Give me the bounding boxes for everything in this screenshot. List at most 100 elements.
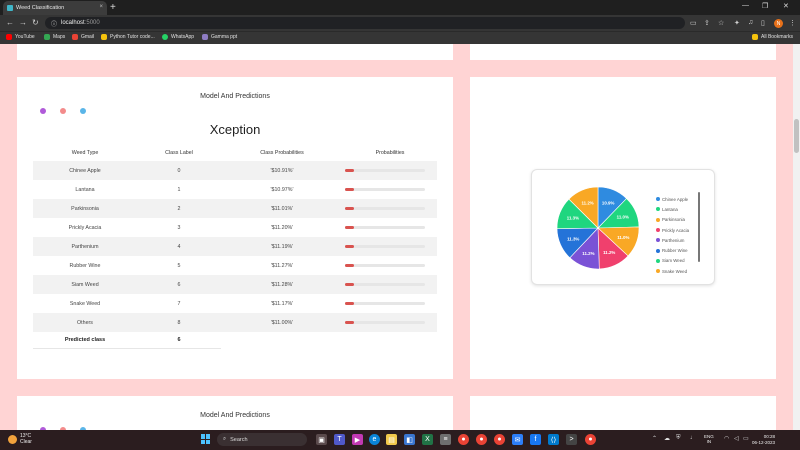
legend-item[interactable]: Parthenium — [656, 235, 689, 245]
bookmark-python-tutor[interactable]: Python Tutor code... — [101, 34, 155, 40]
blue-dot-icon — [80, 108, 86, 114]
class-probability-cell: '$11.17%' — [270, 300, 294, 307]
folder-icon — [752, 34, 758, 40]
task-view-icon[interactable]: ▣ — [316, 434, 327, 445]
volume-icon[interactable]: ◁ — [734, 435, 739, 442]
pie-slice-label: 10.9% — [602, 200, 615, 205]
legend-item[interactable]: Rubber Wine — [656, 245, 689, 255]
store-icon[interactable]: ◧ — [404, 434, 415, 445]
close-window-icon[interactable]: ✕ — [783, 2, 789, 10]
legend-scrollbar[interactable] — [698, 192, 700, 262]
bookmarks-bar: YouTube Maps Gmail Python Tutor code... … — [0, 31, 800, 44]
model-predictions-card: Model And Predictions Xception Weed Type… — [17, 77, 453, 379]
vscode-icon[interactable]: ⟨⟩ — [548, 434, 559, 445]
legend-item[interactable]: Prickly Acacia — [656, 225, 689, 235]
legend-swatch-icon — [656, 197, 660, 202]
weed-type-cell: Parthenium — [33, 237, 137, 256]
share-icon[interactable]: ⇪ — [704, 19, 710, 27]
clock-date: 06-12-2023 — [752, 440, 776, 445]
bookmark-youtube[interactable]: YouTube — [6, 34, 35, 40]
page-scrollbar[interactable] — [793, 44, 800, 430]
edge-icon[interactable]: e — [369, 434, 380, 445]
minimize-icon[interactable]: — — [742, 2, 749, 9]
class-label-cell: 4 — [137, 237, 221, 256]
chrome-icon[interactable]: ● — [458, 434, 469, 445]
cast-icon[interactable]: ▭ — [690, 19, 697, 27]
new-tab-button[interactable]: + — [110, 1, 116, 14]
chrome-active-icon[interactable]: ● — [494, 434, 505, 445]
notepad-icon[interactable]: ≡ — [440, 434, 451, 445]
legend-label: Parkinsonia — [662, 217, 685, 223]
legend-item[interactable]: Snake Weed — [656, 266, 689, 276]
probability-bar-fill — [345, 302, 354, 305]
excel-icon[interactable]: X — [422, 434, 433, 445]
maximize-icon[interactable]: ❐ — [762, 2, 768, 10]
language-indicator[interactable]: ENG IN — [704, 434, 714, 444]
browser-tab[interactable]: Weed Classification × — [3, 1, 107, 15]
address-bar[interactable]: ⓘ localhost :5000 — [45, 17, 685, 29]
tab-close-icon[interactable]: × — [99, 4, 103, 10]
legend-item[interactable]: Siam Weed — [656, 256, 689, 266]
all-bookmarks[interactable]: All Bookmarks — [752, 34, 793, 40]
clock[interactable]: 00:28 06-12-2023 — [752, 434, 775, 446]
legend-item[interactable]: Chinee Apple — [656, 194, 689, 204]
scrollbar-thumb[interactable] — [794, 119, 799, 153]
extensions-icon[interactable]: ✦ — [734, 19, 740, 27]
terminal-icon[interactable]: > — [566, 434, 577, 445]
bookmark-gamma[interactable]: Gamma ppt — [202, 34, 237, 40]
class-probability-cell: '$11.19%' — [221, 237, 343, 256]
legend-swatch-icon — [656, 248, 660, 253]
legend-label: Prickly Acacia — [662, 227, 690, 233]
python-tutor-icon — [101, 34, 107, 40]
profile-avatar[interactable]: N — [774, 19, 783, 28]
onedrive-icon[interactable]: ☁ — [664, 435, 670, 442]
weed-type-cell: Siam Weed — [33, 275, 137, 294]
bookmark-star-icon[interactable]: ☆ — [718, 19, 724, 27]
probability-bar-fill — [345, 283, 355, 286]
column-header-class-label: Class Label — [165, 150, 193, 156]
file-explorer-icon[interactable]: ▤ — [386, 434, 397, 445]
taskbar-search[interactable]: ⌕ Search — [217, 433, 307, 446]
chrome-alt-icon[interactable]: ● — [585, 434, 596, 445]
tray-expand-icon[interactable]: ⌃ — [652, 435, 657, 442]
security-icon[interactable]: ⛨ — [676, 435, 681, 442]
predicted-class-value: 6 — [177, 336, 181, 343]
info-icon[interactable]: ⓘ — [51, 19, 57, 28]
sidepanel-icon[interactable]: ▯ — [761, 19, 765, 27]
legend-item[interactable]: Parkinsonia — [656, 215, 689, 225]
legend-item[interactable]: Lantana — [656, 204, 689, 214]
column-header-weed-type: Weed Type — [71, 150, 99, 156]
teams-icon[interactable]: T — [334, 434, 345, 445]
legend-swatch-icon — [656, 217, 660, 222]
reload-icon[interactable]: ↻ — [32, 18, 39, 27]
tab-strip: Weed Classification × + — ❐ ✕ — [0, 0, 800, 15]
chrome-profile-icon[interactable]: ● — [476, 434, 487, 445]
wifi-icon[interactable]: ◠ — [724, 435, 729, 442]
url-host: localhost — [61, 20, 85, 26]
windows-start-icon[interactable] — [201, 434, 211, 444]
table-row: Prickly Acacia 3 '$11.20%' — [33, 218, 437, 237]
menu-kebab-icon[interactable]: ⋮ — [789, 19, 796, 27]
class-probability-cell: '$10.91%' — [221, 161, 343, 180]
media-icon[interactable]: ♫ — [748, 19, 753, 26]
table-row: Parthenium 4 '$11.19%' — [33, 237, 437, 256]
bookmark-maps[interactable]: Maps — [44, 34, 65, 40]
forward-arrow-icon[interactable]: → — [19, 18, 27, 27]
pie-slice-label: 11.0% — [617, 235, 629, 240]
probability-bar — [345, 283, 425, 286]
media-app-icon[interactable]: ▶ — [352, 434, 363, 445]
bookmark-whatsapp[interactable]: WhatsApp — [162, 34, 194, 40]
facebook-icon[interactable]: f — [530, 434, 541, 445]
messenger-icon[interactable]: ✉ — [512, 434, 523, 445]
gamma-icon — [202, 34, 208, 40]
weed-type-cell: Snake Weed — [69, 300, 101, 307]
microphone-icon[interactable]: ♩ — [690, 435, 696, 441]
next-section-title: Model And Predictions — [200, 412, 270, 419]
weather-widget[interactable]: 13°C Clear — [8, 433, 32, 445]
probability-bar — [345, 321, 425, 324]
table-row: Others 8 '$11.00%' — [33, 313, 437, 332]
bookmark-gmail[interactable]: Gmail — [72, 34, 94, 40]
battery-icon[interactable]: ▭ — [743, 435, 749, 442]
back-arrow-icon[interactable]: ← — [6, 18, 14, 27]
predictions-table: Weed Type Class Label Class Probabilitie… — [33, 145, 437, 332]
